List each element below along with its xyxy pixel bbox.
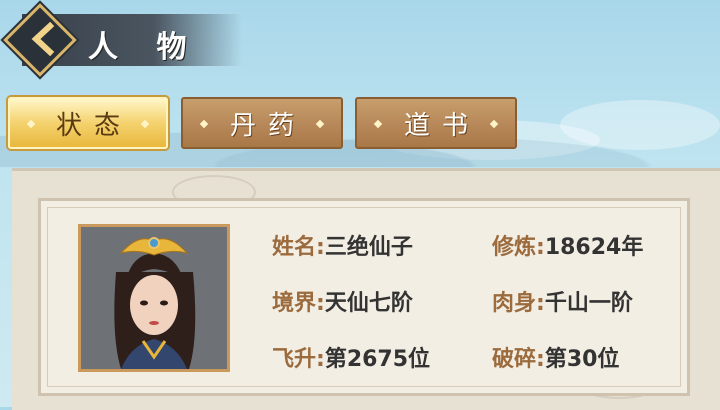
- page-title: 人 物: [88, 30, 201, 65]
- stat-value: 第2675位: [324, 347, 431, 372]
- tab-daobook[interactable]: 道书: [355, 97, 517, 149]
- stat-value: 千山一阶: [544, 291, 633, 316]
- stat-label: 肉身:: [492, 291, 545, 316]
- tab-label: 丹药: [229, 110, 306, 141]
- stat-shatter: 破碎:第30位: [492, 341, 619, 373]
- stat-label: 飞升:: [272, 347, 325, 372]
- tab-elixir[interactable]: 丹药: [181, 97, 343, 149]
- stat-value: 天仙七阶: [324, 291, 413, 316]
- stat-label: 姓名:: [272, 235, 325, 260]
- stat-cultivation: 修炼:18624年: [492, 229, 643, 261]
- stat-value: 18624年: [544, 235, 644, 260]
- tab-ornament: [199, 119, 209, 129]
- stat-label: 境界:: [272, 291, 325, 316]
- portrait-avatar-image: [81, 227, 227, 369]
- stat-name: 姓名:三绝仙子: [272, 229, 413, 261]
- back-button[interactable]: [0, 0, 82, 82]
- character-portrait: [78, 224, 230, 372]
- stat-ascension: 飞升:第2675位: [272, 341, 430, 373]
- tab-status[interactable]: 状态: [8, 97, 168, 149]
- stat-body: 肉身:千山一阶: [492, 285, 633, 317]
- tab-ornament: [26, 119, 36, 129]
- tab-ornament: [140, 119, 150, 129]
- tab-label: 状态: [55, 110, 132, 141]
- stat-label: 破碎:: [492, 347, 545, 372]
- chevron-left-icon: [28, 21, 58, 57]
- stat-realm: 境界:天仙七阶: [272, 285, 413, 317]
- stat-value: 第30位: [544, 347, 620, 372]
- stat-value: 三绝仙子: [324, 235, 413, 260]
- stat-label: 修炼:: [492, 235, 545, 260]
- tab-label: 道书: [403, 110, 480, 141]
- tab-ornament: [489, 119, 499, 129]
- tab-ornament: [315, 119, 325, 129]
- tab-ornament: [373, 119, 383, 129]
